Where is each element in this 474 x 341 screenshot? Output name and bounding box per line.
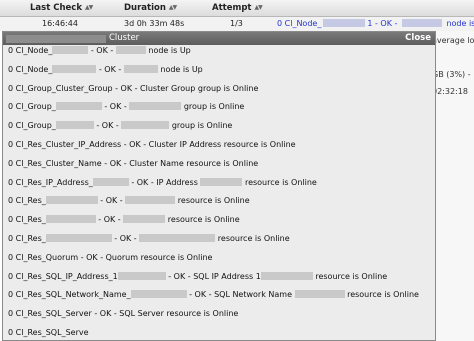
redacted-text: [401, 19, 442, 27]
sort-arrows-icon[interactable]: ▲▼: [85, 4, 93, 11]
status-line: 0 Cl_Res_ - OK - resource is Online: [8, 215, 240, 224]
status-line: 0 Cl_Res_SQL_Network_Name_ - OK - SQL Ne…: [8, 290, 419, 299]
status-line-text: 0 Cl_Res_Quorum - OK - Quorum resource i…: [8, 252, 213, 262]
redacted-text: [52, 46, 89, 54]
background-text: GB (3%) -: [432, 70, 471, 79]
status-line-text: 0 Cl_Node_: [8, 46, 53, 55]
sort-arrows-icon[interactable]: ▲▼: [254, 4, 262, 11]
status-line: 0 Cl_Res_ - OK - resource is Online: [8, 196, 250, 205]
status-line: 0 Cl_Res_SQL_Serve: [8, 328, 89, 337]
status-line-text: 0 Cl_Group_: [8, 102, 56, 112]
column-label: Attempt: [212, 3, 252, 13]
duration-value: 3d 0h 33m 48s: [124, 19, 185, 28]
close-button[interactable]: Close: [405, 33, 431, 43]
redacted-text: [115, 46, 146, 54]
status-line-text: 0 Cl_Res_SQL_Serve: [8, 328, 89, 337]
status-line: 0 Cl_Group_ - OK - group is Online: [8, 102, 244, 111]
column-last-check[interactable]: Last Check ▲▼: [30, 3, 93, 13]
status-line-text: 0 Cl_Res_SQL_Network_Name_: [8, 290, 131, 300]
table-header: Last Check ▲▼ Duration ▲▼ Attempt ▲▼: [0, 0, 474, 17]
status-line-text: 0 Cl_Node_: [8, 64, 53, 74]
redacted-text: [117, 271, 166, 280]
redacted-text: [55, 121, 94, 130]
redacted-text: [200, 177, 243, 186]
status-line-text: - OK -: [96, 64, 124, 74]
status-detail-popup: Cluster Close 0 Cl_Node_ - OK - node is …: [2, 31, 436, 341]
sort-arrows-icon[interactable]: ▲▼: [169, 4, 177, 11]
status-line-text: - OK - IP Address: [128, 177, 201, 187]
status-line-text: resource is Online: [312, 271, 388, 281]
redacted-text: [123, 64, 158, 73]
redacted-text: [130, 290, 187, 299]
column-duration[interactable]: Duration ▲▼: [124, 3, 177, 13]
status-line-text: group is Online: [169, 121, 233, 131]
status-line-text: 0 Cl_Res_SQL_IP_Address_1: [8, 271, 118, 281]
redacted-text: [294, 290, 345, 299]
status-line: 0 Cl_Res_Cluster_IP_Address - OK - Clust…: [8, 140, 296, 149]
background-text: average lo: [432, 36, 474, 45]
redacted-text: [6, 35, 106, 43]
redacted-text: [52, 64, 97, 73]
status-line: 0 Cl_Res_SQL_IP_Address_1 - OK - SQL IP …: [8, 271, 388, 281]
redacted-text: [121, 121, 170, 130]
status-line-text: 0 Cl_Res_SQL_Server - OK - SQL Server re…: [8, 309, 239, 319]
status-line: 0 Cl_Group_ - OK - group is Online: [8, 121, 232, 130]
redacted-text: [55, 102, 102, 111]
status-line: 0 Cl_Res_Quorum - OK - Quorum resource i…: [8, 253, 212, 262]
redacted-text: [45, 234, 112, 242]
status-line-text: - OK -: [88, 46, 116, 55]
status-line-text: 0 Cl_Res_: [8, 234, 46, 243]
status-line: 0 Cl_Res_Cluster_Name - OK - Cluster Nam…: [8, 159, 258, 168]
status-line-text: 0 Cl_Res_: [8, 215, 46, 225]
status-line-text: node is Up: [157, 64, 203, 74]
status-line-text: - OK - SQL Network Name: [186, 290, 295, 300]
redacted-text: [45, 196, 98, 205]
status-line-text: 0 Cl_Res_: [8, 196, 46, 206]
popup-title-bar[interactable]: Cluster Close: [3, 32, 435, 45]
status-line: 0 Cl_Node_ - OK - node is Up: [8, 46, 191, 55]
status-line: 0 Cl_Res_SQL_Server - OK - SQL Server re…: [8, 309, 238, 318]
last-check-value: 16:46:44: [42, 19, 78, 28]
background-text: 02:32:18: [432, 87, 468, 96]
status-line: 0 Cl_Res_IP_Address_ - OK - IP Address r…: [8, 177, 317, 187]
status-line: 0 Cl_Node_ - OK - node is Up: [8, 64, 203, 74]
status-line-text: group is Online: [181, 102, 245, 112]
status-line-text: resource is Online: [242, 177, 317, 187]
attempt-value: 1/3: [230, 19, 243, 28]
redacted-text: [123, 215, 166, 224]
status-line-text: 0 Cl_Group_: [8, 121, 56, 131]
status-suffix: 1 - OK -: [367, 19, 400, 28]
redacted-text: [125, 196, 176, 205]
redacted-text: [139, 234, 216, 242]
status-line-text: - OK - SQL IP Address 1: [165, 271, 261, 281]
status-line-text: resource is Online: [165, 215, 240, 225]
status-line-text: 0 Cl_Res_Cluster_IP_Address - OK - Clust…: [8, 140, 296, 149]
status-line-text: node is Up: [145, 46, 191, 55]
status-line: 0 Cl_Group_Cluster_Group - OK - Cluster …: [8, 84, 258, 93]
redacted-text: [45, 215, 96, 224]
status-line-text: resource is Online: [215, 234, 290, 243]
status-line-text: 0 Cl_Res_IP_Address_: [8, 177, 93, 187]
popup-title: Cluster: [109, 33, 140, 43]
status-line-text: resource is Online: [344, 290, 419, 300]
status-line-text: 0 Cl_Group_Cluster_Group - OK - Cluster …: [8, 83, 259, 93]
redacted-text: [129, 102, 182, 111]
status-line: 0 Cl_Res_ - OK - resource is Online: [8, 234, 290, 243]
status-line-text: - OK -: [101, 102, 130, 112]
status-prefix: 0 Cl_Node_: [277, 19, 322, 28]
redacted-text: [323, 19, 366, 27]
status-line-text: - OK -: [93, 121, 122, 131]
redacted-text: [260, 271, 313, 280]
column-attempt[interactable]: Attempt ▲▼: [212, 3, 263, 13]
status-tail: node is Up: [446, 19, 474, 28]
redacted-text: [92, 177, 129, 186]
status-line-text: - OK -: [111, 234, 140, 243]
status-line-text: 0 Cl_Res_Cluster_Name - OK - Cluster Nam…: [8, 158, 259, 168]
column-label: Duration: [124, 3, 166, 13]
status-information-link[interactable]: 0 Cl_Node_ 1 - OK - node is Up: [277, 19, 474, 28]
status-line-text: - OK -: [97, 196, 126, 206]
status-line-text: resource is Online: [175, 196, 250, 206]
status-line-text: - OK -: [95, 215, 124, 225]
column-label: Last Check: [30, 3, 82, 13]
